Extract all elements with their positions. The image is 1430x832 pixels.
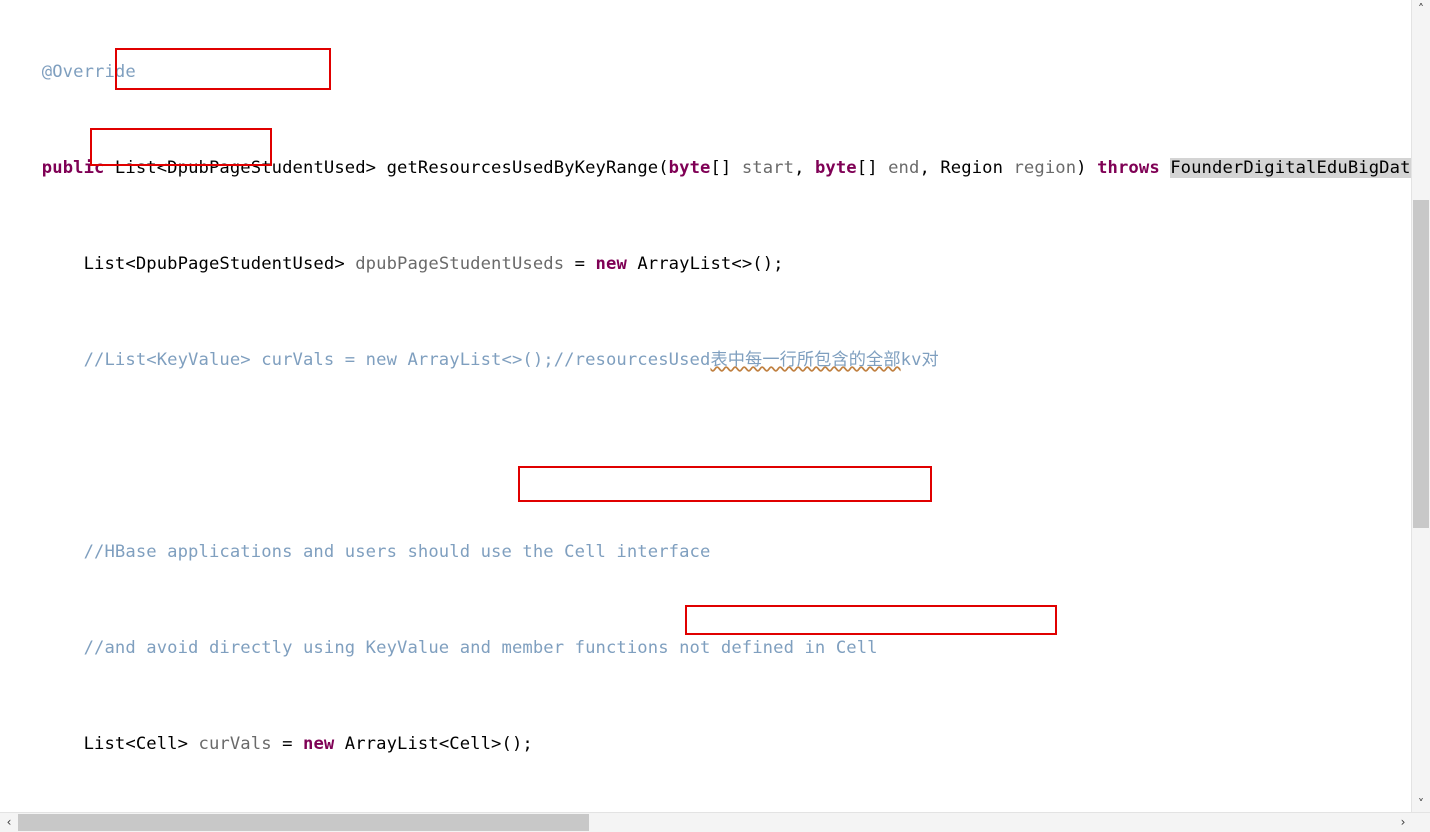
code-token: public: [41, 158, 105, 178]
code-token: curVals: [198, 734, 272, 754]
vertical-scrollbar-thumb[interactable]: [1413, 200, 1429, 528]
code-token: //HBase applications and users should us…: [0, 542, 711, 562]
code-token: List<DpubPageStudentUsed> getResourcesUs…: [104, 158, 669, 178]
code-token: //List<KeyValue> curVals = new ArrayList…: [0, 350, 711, 370]
code-line: //HBase applications and users should us…: [0, 540, 1412, 564]
code-token: =: [564, 254, 596, 274]
code-token: start: [741, 158, 795, 178]
scroll-up-arrow-icon[interactable]: ˄: [1412, 0, 1430, 18]
chinese-comment-text: 表中每一行所包含的全部: [710, 350, 901, 370]
scroll-left-arrow-icon[interactable]: ‹: [0, 813, 18, 832]
code-line: [0, 444, 1412, 468]
code-token: []: [710, 158, 742, 178]
horizontal-scrollbar-thumb[interactable]: [18, 814, 589, 831]
code-line: @Override: [0, 60, 1412, 84]
code-editor-viewport[interactable]: @Override public List<DpubPageStudentUse…: [0, 0, 1412, 813]
scroll-right-arrow-icon[interactable]: ›: [1394, 813, 1412, 832]
code-token: ): [1076, 158, 1098, 178]
scroll-down-arrow-icon[interactable]: ˅: [1412, 795, 1430, 813]
code-line: //and avoid directly using KeyValue and …: [0, 636, 1412, 660]
code-token: kv对: [900, 350, 939, 370]
annotation-override: @Override: [0, 62, 136, 82]
code-line: List<Cell> curVals = new ArrayList<Cell>…: [0, 732, 1412, 756]
code-token: , Region: [919, 158, 1014, 178]
code-token: dpubPageStudentUseds: [355, 254, 565, 274]
code-token: new: [303, 734, 335, 754]
code-token: region: [1013, 158, 1077, 178]
code-token: =: [271, 734, 303, 754]
code-line: public List<DpubPageStudentUsed> getReso…: [0, 156, 1412, 180]
horizontal-scrollbar[interactable]: ‹ ›: [0, 812, 1430, 832]
code-token: ,: [794, 158, 815, 178]
code-token: new: [595, 254, 627, 274]
code-token: List<DpubPageStudentUsed>: [0, 254, 356, 274]
code-token: throws: [1097, 158, 1160, 178]
code-token: List<Cell>: [0, 734, 199, 754]
vertical-scrollbar[interactable]: ˄ ˅: [1411, 0, 1430, 813]
code-token: byte: [814, 158, 857, 178]
code-token: end: [888, 158, 920, 178]
code-token: byte: [668, 158, 711, 178]
source-code-area[interactable]: @Override public List<DpubPageStudentUse…: [0, 0, 1412, 813]
code-token: ArrayList<>();: [626, 254, 784, 274]
code-token: //and avoid directly using KeyValue and …: [0, 638, 878, 658]
code-token: ArrayList<Cell>();: [334, 734, 533, 754]
code-token: []: [856, 158, 889, 178]
scrollbar-corner: [1412, 813, 1430, 832]
occurrence-highlight: FounderDigitalEduBigDataHBaseCoprocessor…: [1170, 158, 1412, 178]
code-line: List<DpubPageStudentUsed> dpubPageStuden…: [0, 252, 1412, 276]
code-line: //List<KeyValue> curVals = new ArrayList…: [0, 348, 1412, 372]
